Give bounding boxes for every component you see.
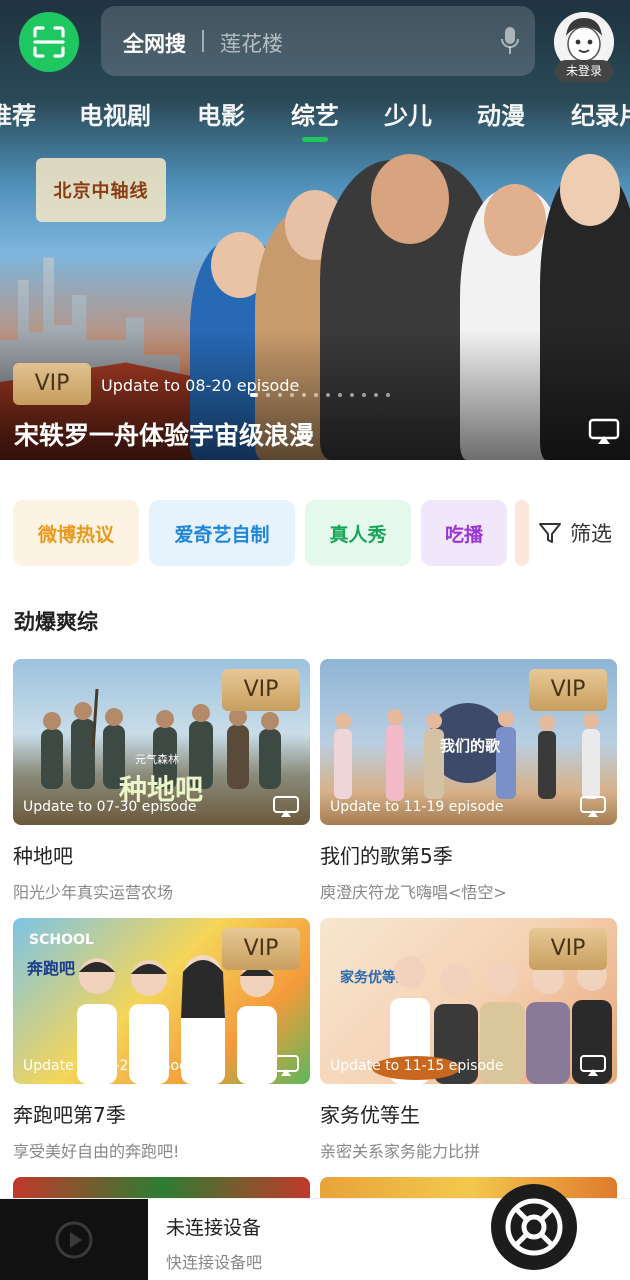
- chip-partial[interactable]: [515, 500, 529, 566]
- play-icon: [55, 1221, 93, 1259]
- show-card[interactable]: SCHOOL 奔跑吧 VIP Update to 07-24 episode 奔…: [13, 918, 310, 1162]
- update-text: Update to 07-30 episode: [23, 799, 197, 815]
- search-input[interactable]: 莲花楼: [220, 28, 283, 58]
- tab-documentary[interactable]: 纪录片: [571, 96, 630, 131]
- update-text: Update to 11-19 episode: [330, 799, 504, 815]
- show-title[interactable]: 家务优等生: [320, 1099, 617, 1128]
- filter-button[interactable]: 筛选: [538, 518, 612, 548]
- cast-screen-icon[interactable]: [588, 418, 620, 446]
- category-tabs: 推荐 电视剧 电影 综艺 少儿 动漫 纪录片: [0, 90, 630, 140]
- cast-screen-icon[interactable]: [579, 1054, 607, 1078]
- banner-carousel-dots: [250, 393, 390, 397]
- banner-title[interactable]: 宋轶罗一舟体验宇宙级浪漫: [14, 416, 314, 452]
- remote-dpad-icon: [505, 1198, 563, 1256]
- search-box[interactable]: 全网搜 莲花楼: [101, 6, 535, 76]
- funnel-icon: [539, 523, 561, 543]
- update-text: Update to 11-15 episode: [330, 1058, 504, 1074]
- cast-screen-icon[interactable]: [272, 795, 300, 819]
- search-divider: [202, 30, 204, 52]
- top-header: 全网搜 莲花楼 未登录: [0, 0, 630, 90]
- show-thumbnail[interactable]: 我们的歌 VIP Update to 11-19 episode: [320, 659, 617, 825]
- remote-control-button[interactable]: [491, 1184, 577, 1270]
- show-title[interactable]: 种地吧: [13, 840, 310, 869]
- tab-variety[interactable]: 综艺: [291, 96, 339, 131]
- vip-badge: VIP: [529, 928, 607, 970]
- scan-icon: [33, 26, 65, 58]
- svg-text:SCHOOL: SCHOOL: [29, 932, 94, 948]
- svg-text:元气森林: 元气森林: [135, 752, 179, 766]
- tab-movies[interactable]: 电影: [197, 96, 245, 131]
- show-subtitle: 庾澄庆符龙飞嗨唱<悟空>: [320, 883, 507, 902]
- chip-mukbang[interactable]: 吃播: [421, 500, 507, 566]
- cast-screen-icon[interactable]: [579, 795, 607, 819]
- show-thumbnail[interactable]: 元气森林 种地吧 VIP Update to 07-30 episode: [13, 659, 310, 825]
- cast-status-subtitle: 快连接设备吧: [166, 1253, 263, 1272]
- scan-button[interactable]: [19, 12, 79, 72]
- active-tab-indicator: [302, 137, 328, 142]
- show-subtitle: 享受美好自由的奔跑吧!: [13, 1142, 180, 1161]
- banner-show-logo: 北京中轴线: [36, 158, 166, 222]
- cast-preview[interactable]: [0, 1199, 148, 1280]
- chip-weibo-hot[interactable]: 微博热议: [13, 500, 139, 566]
- chip-reality-show[interactable]: 真人秀: [305, 500, 411, 566]
- show-title[interactable]: 我们的歌第5季: [320, 840, 617, 869]
- show-card[interactable]: 我们的歌 VIP Update to 11-19 episode 我们的歌第5季…: [320, 659, 617, 903]
- filter-label: 筛选: [570, 522, 612, 546]
- filter-chips: 微博热议 爱奇艺自制 真人秀 吃播: [0, 500, 630, 566]
- svg-text:奔跑吧: 奔跑吧: [26, 959, 75, 978]
- update-text: Update to 07-24 episode: [23, 1058, 197, 1074]
- show-thumbnail[interactable]: SCHOOL 奔跑吧 VIP Update to 07-24 episode: [13, 918, 310, 1084]
- cast-status-title: 未连接设备: [166, 1217, 262, 1239]
- show-card[interactable]: 元气森林 种地吧 VIP Update to 07-30 episode 种地吧…: [13, 659, 310, 903]
- show-subtitle: 阳光少年真实运营农场: [13, 883, 174, 902]
- tab-anime[interactable]: 动漫: [477, 96, 525, 131]
- user-avatar[interactable]: 未登录: [554, 12, 615, 82]
- search-scope-label[interactable]: 全网搜: [123, 28, 186, 58]
- cast-screen-icon[interactable]: [272, 1054, 300, 1078]
- svg-text:我们的歌: 我们的歌: [440, 737, 501, 755]
- vip-badge: VIP: [222, 928, 300, 970]
- tab-tv-series[interactable]: 电视剧: [79, 96, 151, 131]
- banner-vip-badge: VIP: [13, 363, 91, 405]
- vip-badge: VIP: [529, 669, 607, 711]
- show-card[interactable]: 家务优等生 VIP Update to 11-15 episode 家务优等生 …: [320, 918, 617, 1162]
- microphone-icon[interactable]: [501, 26, 519, 56]
- vip-badge: VIP: [222, 669, 300, 711]
- tab-kids[interactable]: 少儿: [384, 96, 432, 131]
- show-subtitle: 亲密关系家务能力比拼: [320, 1142, 481, 1161]
- login-status-badge: 未登录: [555, 60, 613, 82]
- chip-iqiyi-original[interactable]: 爱奇艺自制: [149, 500, 295, 566]
- tab-recommend[interactable]: 推荐: [0, 96, 36, 131]
- show-thumbnail[interactable]: 家务优等生 VIP Update to 11-15 episode: [320, 918, 617, 1084]
- section-title: 劲爆爽综: [14, 610, 98, 634]
- show-title[interactable]: 奔跑吧第7季: [13, 1099, 310, 1128]
